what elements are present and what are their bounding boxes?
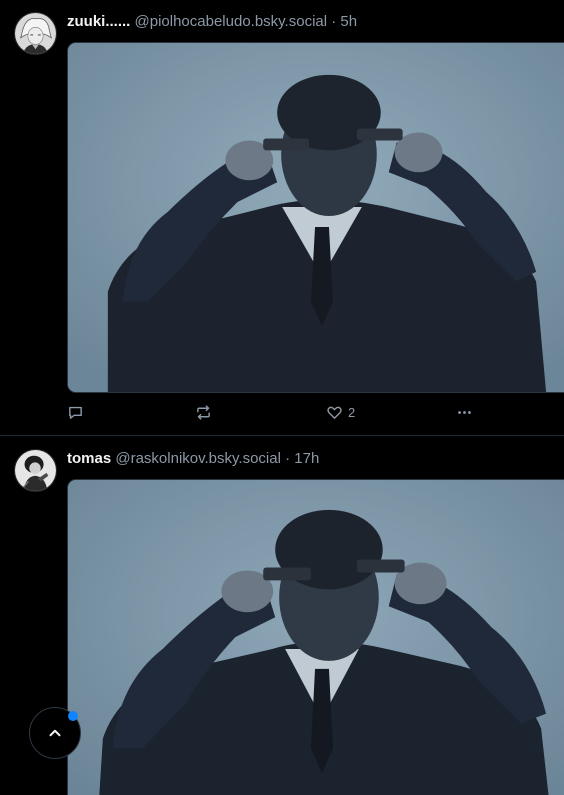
notification-dot	[68, 711, 78, 721]
heart-icon	[327, 406, 342, 419]
repost-icon	[197, 404, 210, 420]
post-header: tomas @raskolnikov.bsky.social · 17h	[67, 448, 564, 470]
separator-dot: ·	[285, 450, 291, 467]
photo-man-in-suit-icon	[68, 43, 564, 392]
post[interactable]: tomas @raskolnikov.bsky.social · 17h	[0, 437, 564, 795]
more-icon	[458, 410, 471, 414]
avatar-illustration-icon	[15, 450, 56, 491]
like-button[interactable]: 2	[326, 401, 355, 423]
post-image[interactable]	[67, 479, 564, 795]
like-count: 2	[348, 404, 356, 420]
author-handle[interactable]: @piolhocabeludo.bsky.social	[135, 13, 328, 30]
chevron-up-icon	[49, 729, 61, 737]
avatar[interactable]	[14, 449, 57, 492]
repost-button[interactable]	[195, 401, 212, 423]
avatar[interactable]	[14, 12, 57, 55]
post-image[interactable]	[67, 42, 564, 393]
reply-icon	[69, 406, 82, 419]
post-actions: 2	[67, 401, 487, 423]
avatar-manga-character-icon	[15, 13, 56, 54]
post-timestamp[interactable]: 5h	[340, 13, 357, 30]
scroll-to-top-button[interactable]	[29, 707, 81, 759]
post-timestamp[interactable]: 17h	[294, 450, 319, 467]
photo-man-in-suit-icon	[68, 480, 564, 795]
separator-dot: ·	[331, 13, 337, 30]
author-handle[interactable]: @raskolnikov.bsky.social	[115, 450, 281, 467]
post-header: zuuki...... @piolhocabeludo.bsky.social …	[67, 11, 564, 33]
post[interactable]: zuuki...... @piolhocabeludo.bsky.social …	[0, 0, 564, 436]
feed: zuuki...... @piolhocabeludo.bsky.social …	[0, 0, 564, 795]
reply-button[interactable]	[67, 401, 84, 423]
more-options-button[interactable]	[456, 401, 473, 423]
author-display-name[interactable]: zuuki......	[67, 13, 130, 30]
author-display-name[interactable]: tomas	[67, 450, 111, 467]
